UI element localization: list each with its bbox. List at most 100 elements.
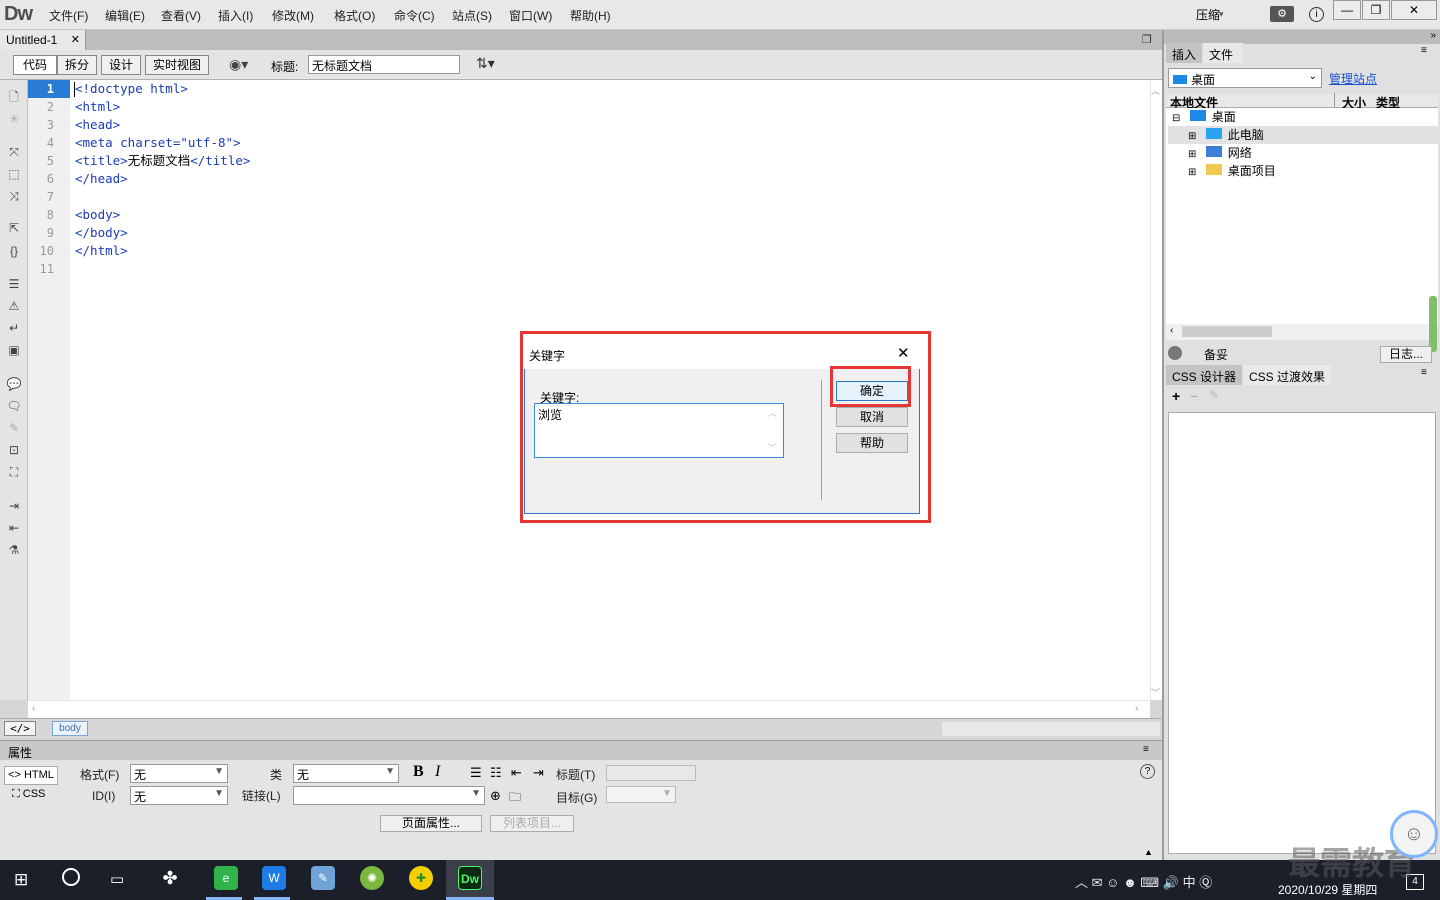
page-title-input[interactable]: 无标题文档: [308, 55, 460, 74]
search-icon[interactable]: [62, 868, 80, 886]
close-window-button[interactable]: ✕: [1391, 0, 1437, 20]
link-input[interactable]: ▼: [293, 786, 485, 805]
design-view-button[interactable]: 设计: [101, 55, 141, 75]
restore-button[interactable]: ❐: [1362, 0, 1390, 20]
tree-item-this-pc[interactable]: ⊞ 此电脑: [1168, 126, 1438, 144]
collapse-panel-icon[interactable]: ▲: [1144, 847, 1153, 857]
class-select[interactable]: 无 ▼: [293, 764, 399, 783]
files-panel-menu-icon[interactable]: ≡: [1421, 45, 1427, 56]
format-source-icon[interactable]: ⚗: [5, 543, 23, 559]
tab-insert[interactable]: 插入: [1166, 43, 1202, 63]
preview-globe-icon[interactable]: ◉▾: [229, 56, 248, 73]
code-view-button[interactable]: 代码: [13, 55, 57, 75]
help-icon[interactable]: ?: [1140, 764, 1155, 779]
volume-icon[interactable]: 🔊: [1163, 875, 1179, 890]
app-dreamweaver-icon[interactable]: Dw: [458, 866, 482, 890]
q-app-icon[interactable]: Ⓠ: [1199, 875, 1212, 890]
expand-all-icon[interactable]: ⤨: [5, 189, 23, 205]
unordered-list-icon[interactable]: ☰: [470, 765, 482, 781]
point-to-file-icon[interactable]: ⊕: [490, 788, 501, 804]
css-panel-menu-icon[interactable]: ≡: [1421, 367, 1427, 378]
file-transfer-icon[interactable]: ⇅▾: [476, 55, 495, 72]
app-notes-icon[interactable]: ✎: [311, 866, 335, 890]
italic-icon[interactable]: I: [435, 763, 440, 781]
settings-icon[interactable]: ⚙: [1270, 6, 1294, 22]
tree-item-desktop-items[interactable]: ⊞ 桌面项目: [1188, 162, 1276, 180]
restore-doc-icon[interactable]: ❐: [1142, 33, 1152, 46]
tab-css-designer[interactable]: CSS 设计器: [1166, 365, 1242, 385]
code-horizontal-scrollbar[interactable]: [28, 700, 1150, 718]
select-parent-tag-icon[interactable]: ⇱: [5, 221, 23, 237]
html-mode-button[interactable]: <> HTML: [4, 766, 58, 785]
add-transition-icon[interactable]: +: [1172, 388, 1180, 404]
info-icon[interactable]: i: [1309, 7, 1324, 22]
scroll-right-icon[interactable]: ›: [1135, 703, 1138, 714]
minimize-button[interactable]: —: [1333, 0, 1361, 20]
target-select[interactable]: ▼: [606, 786, 676, 803]
menu-view[interactable]: 查看(V): [161, 7, 201, 24]
remove-transition-icon[interactable]: −: [1190, 388, 1198, 404]
tray-chevron-icon[interactable]: ︿: [1075, 875, 1088, 890]
indent-code-icon[interactable]: ⇥: [5, 499, 23, 515]
start-icon[interactable]: ⊞: [14, 870, 28, 890]
qq2-icon[interactable]: ☻: [1123, 875, 1137, 890]
ime-indicator[interactable]: 中: [1183, 875, 1196, 890]
tree-item-network[interactable]: ⊞ 网络: [1188, 144, 1252, 162]
menu-modify[interactable]: 修改(M): [272, 7, 314, 24]
menu-file[interactable]: 文件(F): [49, 7, 88, 24]
apply-comment-icon[interactable]: 💬: [5, 377, 23, 393]
open-documents-icon[interactable]: 🗋: [5, 88, 23, 104]
scroll-up-icon[interactable]: ︿: [1151, 84, 1160, 97]
list-item-button[interactable]: 列表项目...: [490, 815, 574, 832]
menu-window[interactable]: 窗口(W): [509, 7, 552, 24]
tag-selector-body[interactable]: body: [52, 721, 88, 736]
collapse-selection-icon[interactable]: ⬚: [5, 167, 23, 183]
menu-help[interactable]: 帮助(H): [570, 7, 611, 24]
show-code-navigator-icon[interactable]: ✳: [5, 112, 23, 128]
tree-item-desktop[interactable]: ⊟ 桌面: [1172, 108, 1236, 126]
css-mode-button[interactable]: ⛶ CSS: [12, 788, 45, 801]
manage-sites-link[interactable]: 管理站点: [1329, 70, 1377, 87]
menu-commands[interactable]: 命令(C): [394, 7, 435, 24]
move-css-icon[interactable]: ⛶: [5, 465, 23, 481]
site-select[interactable]: 桌面 ⌄: [1168, 68, 1322, 88]
menu-edit[interactable]: 编辑(E): [105, 7, 145, 24]
indent-icon[interactable]: ⇥: [533, 765, 544, 781]
format-select[interactable]: 无 ▼: [130, 764, 228, 783]
app-plus-icon[interactable]: ✚: [409, 866, 433, 890]
task-view-icon[interactable]: ▭: [110, 870, 124, 888]
line-numbers-icon[interactable]: ☰: [5, 277, 23, 293]
document-tab[interactable]: Untitled-1 ✕: [0, 30, 86, 50]
id-select[interactable]: 无 ▼: [130, 786, 228, 805]
word-wrap-icon[interactable]: ↵: [5, 321, 23, 337]
ordered-list-icon[interactable]: ☷: [490, 765, 502, 781]
remove-comment-icon[interactable]: 🗨: [5, 399, 23, 415]
scroll-left-icon[interactable]: ‹: [1170, 325, 1173, 336]
wrap-tag-icon[interactable]: ✎: [5, 421, 23, 437]
network-tray-icon[interactable]: ⌨: [1140, 875, 1159, 890]
app-green-icon[interactable]: ✺: [360, 866, 384, 890]
menu-insert[interactable]: 插入(I): [218, 7, 253, 24]
scroll-down-icon[interactable]: ﹀: [1151, 686, 1160, 699]
panel-menu-icon[interactable]: ≡: [1143, 744, 1149, 755]
recent-snippets-icon[interactable]: ⊡: [5, 443, 23, 459]
bold-icon[interactable]: B: [413, 763, 424, 781]
app-wps-icon[interactable]: W: [262, 866, 286, 890]
collapse-full-tag-icon[interactable]: ⤧: [5, 145, 23, 161]
syntax-error-icon[interactable]: ▣: [5, 343, 23, 359]
highlight-invalid-icon[interactable]: ⚠: [5, 299, 23, 315]
title-prop-input[interactable]: [606, 765, 696, 781]
tree-expand-icon[interactable]: ⊞: [1188, 149, 1196, 160]
log-button[interactable]: 日志...: [1380, 346, 1432, 363]
menu-site[interactable]: 站点(S): [452, 7, 492, 24]
wechat-icon[interactable]: ✉: [1092, 875, 1103, 890]
assistant-avatar-icon[interactable]: ☺: [1390, 810, 1438, 858]
page-properties-button[interactable]: 页面属性...: [380, 815, 482, 832]
tree-expand-icon[interactable]: ⊞: [1188, 131, 1196, 142]
edit-transition-icon[interactable]: ✎: [1209, 388, 1219, 402]
outdent-code-icon[interactable]: ⇤: [5, 521, 23, 537]
file-tree-hscroll[interactable]: ‹›: [1166, 324, 1436, 340]
split-view-button[interactable]: 拆分: [57, 55, 97, 75]
app-browser-icon[interactable]: e: [214, 866, 238, 890]
browse-folder-icon[interactable]: 🗀: [509, 788, 521, 809]
